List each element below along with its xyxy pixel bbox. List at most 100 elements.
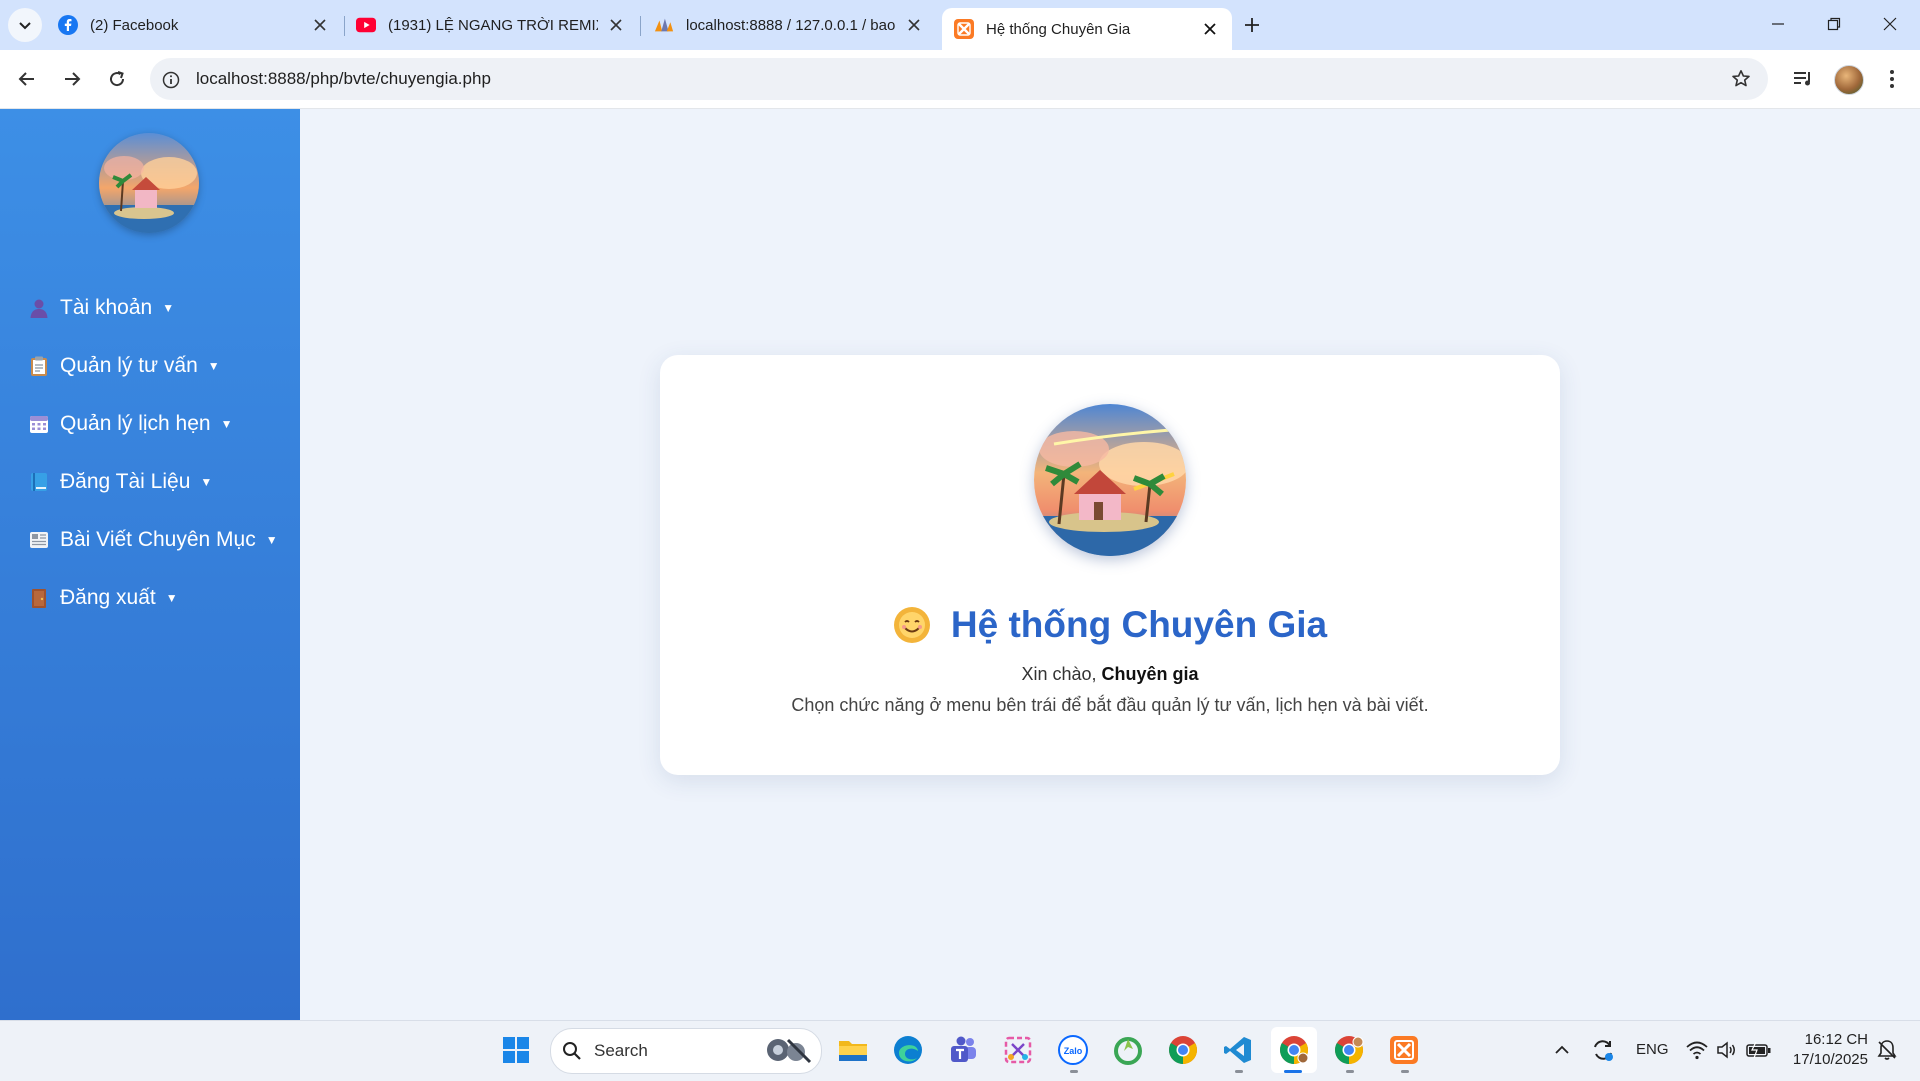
menu-item-consulting[interactable]: Quản lý tư vấn ▼	[28, 346, 220, 386]
edge-icon[interactable]	[892, 1034, 924, 1066]
close-icon[interactable]	[310, 15, 330, 35]
caret-down-icon: ▼	[200, 475, 213, 489]
menu-item-label: Đăng xuất	[60, 586, 156, 609]
arrow-left-icon	[18, 72, 34, 86]
sidebar	[0, 109, 300, 1020]
user-icon	[28, 297, 50, 319]
close-icon[interactable]	[904, 15, 924, 35]
caret-down-icon: ▼	[265, 533, 278, 547]
tab-chuyengia[interactable]: Hệ thống Chuyên Gia	[942, 8, 1232, 50]
menu-item-documents[interactable]: Đăng Tài Liệu ▼	[28, 462, 212, 502]
profile-avatar-large	[1034, 404, 1186, 556]
tab-title: (2) Facebook	[90, 16, 179, 34]
url-text[interactable]: localhost:8888/php/bvte/chuyengia.php	[196, 69, 491, 89]
menu-item-label: Tài khoản	[60, 296, 153, 319]
page-title: Hệ thống Chuyên Gia	[660, 604, 1560, 646]
windows-icon	[503, 1037, 529, 1063]
close-icon[interactable]	[1200, 19, 1220, 39]
greeting: Xin chào, Chuyên gia	[660, 664, 1560, 685]
menu-item-logout[interactable]: Đăng xuất ▼	[28, 578, 178, 618]
close-window-button[interactable]	[1870, 8, 1910, 40]
menu-item-account[interactable]: Tài khoản ▼	[28, 288, 174, 328]
back-button[interactable]	[10, 62, 44, 96]
clock-date[interactable]: 17/10/2025	[1780, 1051, 1868, 1068]
restore-button[interactable]	[1814, 8, 1854, 40]
arrow-right-icon	[65, 72, 81, 86]
caret-down-icon: ▼	[220, 417, 233, 431]
chrome-active-icon[interactable]	[1278, 1034, 1310, 1066]
clock-time[interactable]: 16:12 CH	[1780, 1031, 1868, 1048]
zalo-icon[interactable]: Zalo	[1057, 1034, 1089, 1066]
battery-icon[interactable]	[1746, 1040, 1772, 1060]
chevron-down-icon	[19, 22, 31, 30]
tab-title: (1931) LỆ NGANG TRỜI REMIX I	[388, 16, 598, 34]
reload-button[interactable]	[100, 62, 134, 96]
more-menu-icon[interactable]	[1880, 67, 1904, 91]
chrome-icon[interactable]	[1167, 1034, 1199, 1066]
instruction-text: Chọn chức năng ở menu bên trái để bắt đầ…	[791, 695, 1429, 715]
teams-icon[interactable]	[947, 1034, 979, 1066]
running-indicator	[1346, 1070, 1354, 1073]
vscode-icon[interactable]	[1222, 1034, 1254, 1066]
tab-title: Hệ thống Chuyên Gia	[986, 20, 1131, 38]
restore-icon	[1827, 17, 1841, 31]
search-highlight-icon	[760, 1034, 814, 1066]
search-placeholder: Search	[594, 1041, 648, 1060]
running-indicator	[1401, 1070, 1409, 1073]
new-tab-button[interactable]	[1240, 13, 1264, 37]
tab-facebook[interactable]: (2) Facebook	[58, 0, 330, 50]
bookmark-star-icon[interactable]	[1729, 67, 1753, 91]
sidebar-avatar	[99, 133, 199, 233]
clipboard-icon	[28, 355, 50, 377]
facebook-icon	[58, 15, 78, 35]
menu-item-label: Quản lý tư vấn	[60, 354, 198, 377]
menu-item-label: Đăng Tài Liệu	[60, 470, 191, 493]
chevron-up-icon[interactable]	[1552, 1040, 1572, 1060]
tab-separator	[640, 16, 641, 36]
caret-down-icon: ▼	[207, 359, 220, 373]
running-indicator	[1070, 1070, 1078, 1073]
minimize-icon	[1772, 23, 1784, 25]
tab-youtube[interactable]: (1931) LỆ NGANG TRỜI REMIX I	[356, 0, 626, 50]
close-icon	[1883, 17, 1897, 31]
xampp-icon	[954, 19, 974, 39]
smiling-sun-icon	[893, 606, 931, 644]
menu-item-label: Bài Viết Chuyên Mục	[60, 528, 256, 551]
tab-search-button[interactable]	[8, 8, 42, 42]
site-info-icon[interactable]	[160, 69, 182, 91]
coc-coc-icon[interactable]	[1112, 1034, 1144, 1066]
close-icon[interactable]	[606, 15, 626, 35]
forward-button[interactable]	[55, 62, 89, 96]
reload-icon	[110, 71, 125, 87]
minimize-button[interactable]	[1758, 8, 1798, 40]
start-button[interactable]	[500, 1034, 532, 1066]
file-explorer-icon[interactable]	[837, 1034, 869, 1066]
card-title-text: Hệ thống Chuyên Gia	[950, 604, 1328, 645]
search-icon	[562, 1041, 582, 1061]
wifi-icon[interactable]	[1685, 1040, 1709, 1060]
plus-icon	[1245, 18, 1259, 32]
caret-down-icon: ▼	[162, 301, 175, 315]
running-indicator	[1235, 1070, 1243, 1073]
profile-avatar[interactable]	[1834, 65, 1864, 95]
newspaper-icon	[28, 529, 50, 551]
caret-down-icon: ▼	[165, 591, 178, 605]
svg-text:Zalo: Zalo	[1064, 1046, 1083, 1056]
menu-item-articles[interactable]: Bài Viết Chuyên Mục ▼	[28, 520, 278, 560]
chrome-profile-icon[interactable]	[1333, 1034, 1365, 1066]
user-name: Chuyên gia	[1101, 664, 1199, 684]
tab-title: localhost:8888 / 127.0.0.1 / bao	[686, 16, 896, 34]
book-icon	[28, 471, 50, 493]
calendar-icon	[28, 413, 50, 435]
language-indicator[interactable]: ENG	[1636, 1041, 1669, 1058]
menu-item-appointments[interactable]: Quản lý lịch hẹn ▼	[28, 404, 232, 444]
tab-separator	[344, 16, 345, 36]
volume-icon[interactable]	[1716, 1040, 1738, 1060]
notification-bell-icon[interactable]	[1876, 1039, 1898, 1061]
media-control-icon[interactable]	[1790, 67, 1816, 91]
tab-phpmyadmin[interactable]: localhost:8888 / 127.0.0.1 / bao	[654, 0, 924, 50]
phpmyadmin-icon	[654, 15, 674, 35]
snipping-tool-icon[interactable]	[1002, 1034, 1034, 1066]
xampp-taskbar-icon[interactable]	[1388, 1034, 1420, 1066]
sync-icon[interactable]	[1590, 1037, 1616, 1063]
